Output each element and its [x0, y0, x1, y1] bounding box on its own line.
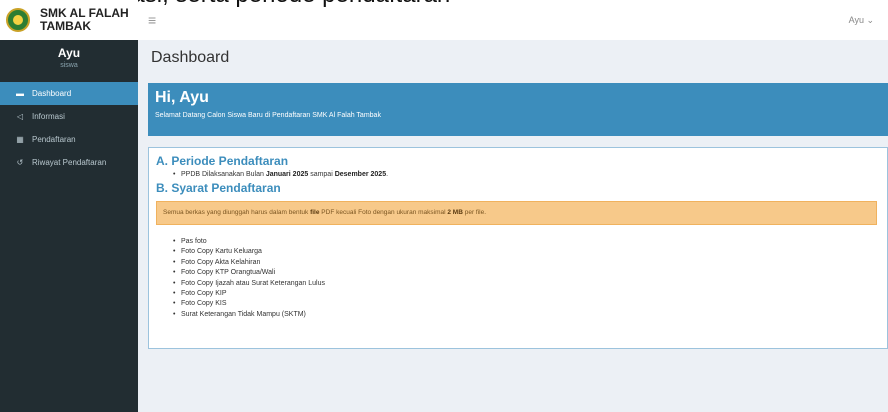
sidebar-item-label: Pendaftaran [32, 135, 76, 144]
syarat-title: B. Syarat Pendaftaran [156, 181, 281, 195]
sidebar-item-riwayat-pendaftaran[interactable]: ↺ Riwayat Pendaftaran [0, 151, 138, 174]
periode-prefix: PPDB Dilaksanakan Bulan [181, 171, 266, 178]
list-item: • Foto Copy Kartu Keluarga [173, 248, 262, 256]
sidebar-item-pendaftaran[interactable]: ▦ Pendaftaran [0, 128, 138, 151]
info-box: A. Periode Pendaftaran • PPDB Dilaksanaka… [148, 147, 888, 349]
calendar-icon: ▦ [16, 135, 24, 144]
menu-toggle-icon[interactable]: ≡ [148, 12, 156, 28]
warning-prefix: Semua berkas yang diunggah harus dalam b… [163, 209, 311, 216]
list-item: • Foto Copy KIP [173, 290, 227, 298]
warning-middle: PDF kecuali Foto dengan ukuran maksimal [319, 209, 448, 216]
periode-suffix: . [386, 171, 389, 178]
periode-end: Desember 2025 [334, 171, 387, 178]
requirements-list: • Pas foto • Foto Copy Kartu Keluarga • Fot… [173, 237, 880, 320]
main-content: Dashboard Hi, Ayu Selamat Datang Calon S… [138, 40, 888, 412]
sidebar-item-label: Dashboard [32, 89, 72, 98]
greeting-title: Hi, Ayu [155, 89, 209, 106]
user-name: Ayu [57, 46, 81, 60]
greeting-box: Hi, Ayu Selamat Datang Calon Siswa Baru … [148, 83, 888, 136]
list-item: • Foto Copy Akta Kelahiran [173, 258, 261, 266]
sidebar-item-dashboard[interactable]: ▬ Dashboard [0, 82, 138, 105]
list-item: • Foto Copy Ijazah atau Surat Keterangan … [173, 279, 325, 287]
list-item: • Foto Copy KTP Orangtua/Wali [173, 269, 276, 277]
list-item: • Foto Copy KIS [173, 300, 227, 308]
page-title: Dashboard [151, 49, 230, 66]
user-panel: Ayu siswa [0, 40, 138, 82]
megaphone-icon: ◁ [16, 112, 24, 121]
periode-middle: sampai [308, 171, 335, 178]
user-dropdown[interactable]: Ayu ⌄ [849, 15, 874, 26]
grid-icon: ▬ [16, 89, 24, 98]
list-item: • Pas foto [173, 238, 207, 245]
brand-logo-area[interactable]: SMK AL FALAH TAMBAK [0, 0, 138, 40]
periode-start: Januari 2025 [265, 171, 309, 178]
warning-alert: Semua berkas yang diunggah harus dalam b… [156, 201, 877, 225]
sidebar: Ayu siswa ▬ Dashboard ◁ Informasi ▦ Pend… [0, 40, 138, 412]
greeting-subtitle: Selamat Datang Calon Siswa Baru di Penda… [155, 112, 381, 119]
history-icon: ↺ [16, 158, 24, 167]
brand-name: SMK AL FALAH TAMBAK [40, 7, 129, 33]
top-navbar: SMK AL FALAH TAMBAK ≡ Ayu ⌄ [0, 0, 888, 40]
brand-line-2: TAMBAK [40, 19, 92, 33]
user-role: siswa [60, 62, 78, 69]
periode-text: • PPDB Dilaksanakan Bulan Januari 2025 sa… [173, 171, 880, 178]
sidebar-item-label: Informasi [32, 112, 65, 121]
list-item: • Surat Keterangan Tidak Mampu (SKTM) [173, 310, 306, 318]
warning-bold-size: 2 MB [447, 209, 463, 216]
warning-suffix: per file. [462, 209, 487, 216]
school-logo-icon [6, 8, 30, 32]
sidebar-item-label: Riwayat Pendaftaran [32, 158, 107, 167]
periode-title: A. Periode Pendaftaran [156, 154, 289, 168]
sidebar-item-informasi[interactable]: ◁ Informasi [0, 105, 138, 128]
bullet-icon: • [173, 171, 176, 178]
